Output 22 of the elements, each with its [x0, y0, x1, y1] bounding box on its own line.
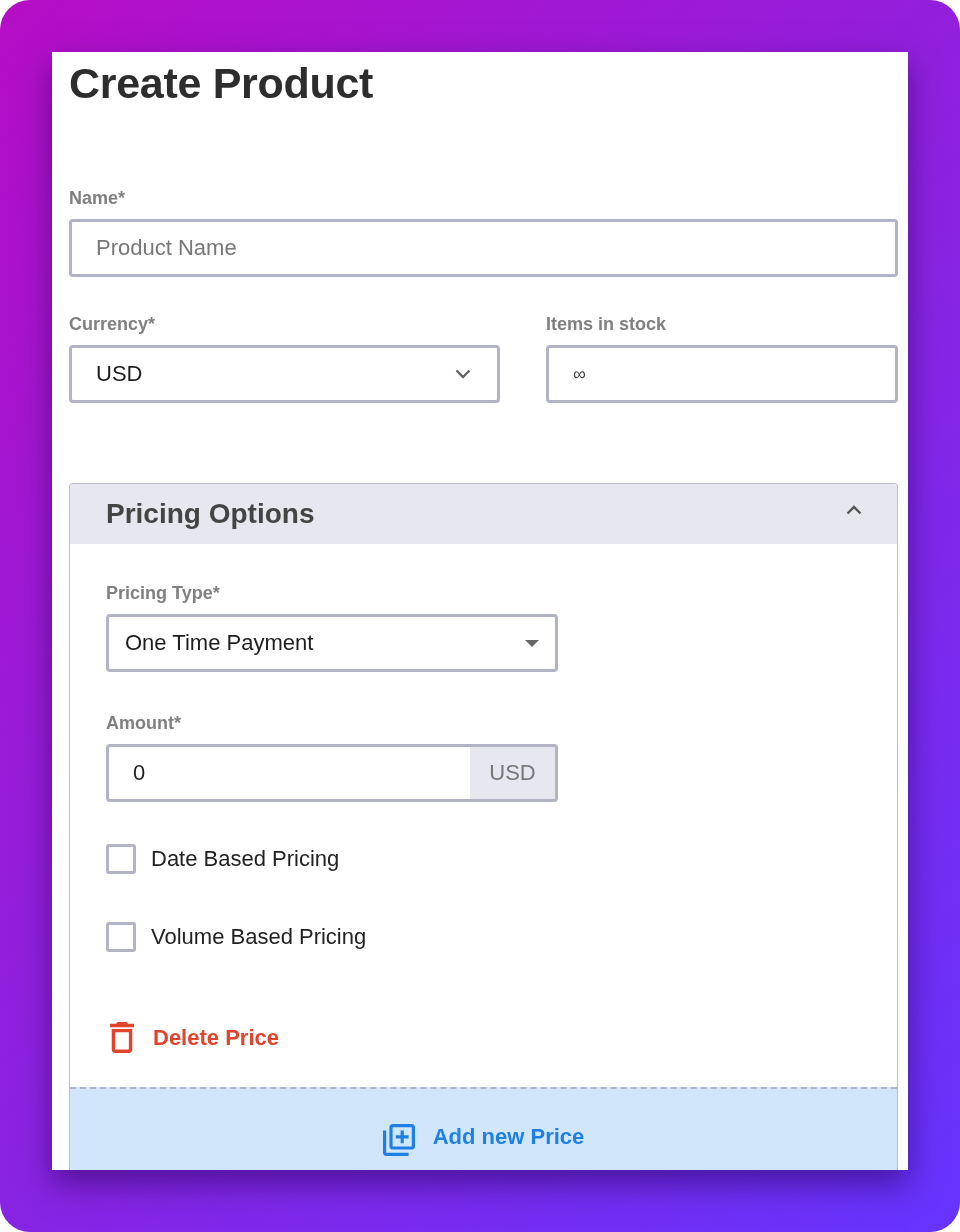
checkbox-label[interactable]: Volume Based Pricing	[151, 924, 367, 950]
field-label: Currency*	[69, 313, 156, 335]
checkbox[interactable]	[106, 922, 136, 952]
currency-select[interactable]: USD	[69, 345, 500, 403]
checkbox-label[interactable]: Date Based Pricing	[151, 846, 340, 872]
pricing-type-select[interactable]: One Time Payment	[106, 614, 558, 672]
delete-price-button[interactable]: Delete Price	[106, 1022, 279, 1053]
caret-down-icon	[525, 639, 539, 647]
field-label: Name*	[69, 187, 126, 209]
chevron-up-icon[interactable]	[846, 505, 862, 515]
panel-header[interactable]: Pricing Options	[70, 484, 897, 544]
stock-input[interactable]: ∞	[546, 345, 898, 403]
field-label: Amount*	[106, 712, 181, 734]
trash-icon	[110, 1022, 134, 1053]
panel-title: Pricing Options	[106, 498, 315, 530]
chevron-down-icon	[455, 369, 471, 379]
product-name-input[interactable]: Product Name	[69, 219, 898, 277]
page-title: Create Product	[69, 58, 375, 108]
field-label: Pricing Type*	[106, 582, 220, 604]
checkbox[interactable]	[106, 844, 136, 874]
add-copy-icon	[382, 1124, 415, 1156]
field-label: Items in stock	[546, 313, 667, 335]
